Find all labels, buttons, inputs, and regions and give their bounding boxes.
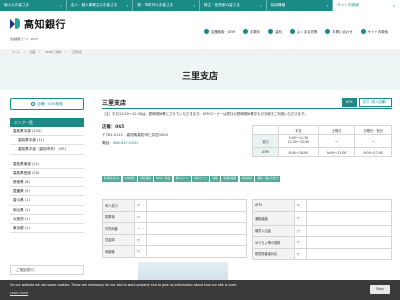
list-item[interactable]: 高知県東部 (11) [10,160,84,169]
breadcrumb-home[interactable]: ホーム [12,51,20,54]
list-item[interactable]: 東京都 (1) [10,224,84,234]
service-tag: 事業性融資 [221,176,239,182]
table-row: ATM 8:45～18:00 9:00～17:00 9:00～17:00 [252,147,392,157]
nav-faq[interactable]: よくある質問 [289,29,317,34]
tab-recruit[interactable]: 採用情報 › [267,0,334,11]
tab-investors[interactable]: 株主・投資家の皆さま › [200,0,267,11]
service-tag: 公的年金 [122,176,137,182]
area-list: 高知県中部 (104) 高知県中部 (11) 高知県中部（高知市外） (45) 高知県… [10,127,84,234]
table-row: 駐車場 ○ [102,210,247,223]
branch-name: 三里支店 [102,100,127,107]
list-item[interactable]: 岡山県 (1) [10,206,84,215]
list-item[interactable]: 高知県中部 (104) [10,127,84,137]
services-table-right: ATM ○ 通帳繰越 ○ 硬貨入出金 ○ ゆうちょ等の提携 ○ 視覚障害者対応 ○ [252,199,393,260]
percent-icon [268,29,274,34]
service-tag: 相続・遺言手続き [255,176,281,182]
service-tag: 駐車場(平日) [102,176,121,182]
lunch-notice: （注）平日11:30～12:30は、昼時間休業とさせていただきます。ATMコーナ… [102,112,308,116]
table-row: 有人窓口 ○ [102,199,247,212]
site-header: 高知銀行 金融機関コード：0578 店舗検索・ATM 手数料 金利 よくある質問… [0,11,400,41]
breadcrumb-atm[interactable]: ATMのご案内 [45,51,61,54]
phone-link[interactable]: 088-847-0341 [113,141,138,145]
list-item[interactable]: 徳島県 (6) [10,178,84,188]
tab-corporate[interactable]: 法人・個人事業主のお客さま › [67,0,134,11]
sidebar: 店舗・ATM検索 エリア一覧 高知県中部 (104) 高知県中部 (11) 高知県中… [10,98,84,234]
table-row: 視覚障害者対応 ○ [252,247,393,260]
search-icon [31,102,36,106]
nav-contact[interactable]: お問い合わせ [325,29,353,34]
branch-address: 〒781-0112 高知県高知市仁井田1902 [102,133,168,137]
service-tag: 外貨両替 [239,176,254,182]
logo-text: 高知銀行 [24,20,66,31]
bank-logo[interactable]: 高知銀行 [10,16,66,31]
cookie-message: On our website we use some cookies. Thes… [10,283,237,287]
list-item[interactable]: 高知県中部（高知市外） (45) [10,145,84,155]
table-row: 通帳繰越 ○ [252,210,393,226]
atm-badge: ATM [341,98,357,107]
question-icon [289,29,295,34]
service-tag: 住宅ローン [192,176,209,182]
branch-info: 店番：065 〒781-0112 高知県高知市仁井田1902 電話：088-84… [102,124,247,148]
service-tag: 保険 [210,176,220,182]
service-tag: 個人ローン [173,176,191,182]
counter-badge: 窓口（有人店舗） [358,98,392,107]
table-row: 両替機 ○ [102,245,247,258]
mail-icon [325,29,331,34]
hours-table: 平日 土曜日 日曜日・祝日 窓口 9:00～11:30 12:30～15:00 … [252,125,392,157]
service-tag: NISA・投信 [154,176,173,182]
table-row: 窓口 9:00～11:30 12:30～15:00 — — [252,134,392,148]
list-item[interactable]: 高知県中部 (11) [10,136,84,146]
nav-fees[interactable]: 手数料 [243,29,260,34]
list-item[interactable]: 愛媛県 (9) [10,187,84,197]
breadcrumb: ホーム 〉 店舗 〉 ATMのご案内 〉 三里支店 [0,49,400,56]
branch-number: 店番：065 [102,125,125,130]
store-search-button[interactable]: 店舗・ATM検索 [10,98,84,110]
branch-photo [138,262,228,282]
title-band: 三里支店 [0,56,400,90]
table-row: 外貨両替 — [102,222,247,235]
list-item[interactable]: 香川県 (1) [10,196,84,206]
table-row: 貸金庫 ○ [102,233,247,246]
nav-store-search[interactable]: 店舗検索・ATM [204,29,235,34]
nav-rates[interactable]: 金利 [268,29,282,34]
location-icon [204,29,209,34]
chevron-down-icon: › [126,3,129,8]
cookie-learn-more-link[interactable]: Learn more [10,291,28,295]
tab-site-search[interactable]: サイト内検索 ⌕ [333,0,400,11]
cookie-okay-button[interactable]: Okay [370,285,390,294]
logo-mark-icon [10,18,21,29]
list-item[interactable]: 大阪府 (1) [10,215,84,224]
branch-phone: 電話：088-847-0341 [102,140,139,145]
breadcrumb-current: 三里支店 [71,51,82,54]
list-item[interactable]: 高知県西部 (20) [10,169,84,178]
area-list-title: エリア一覧 [10,118,84,127]
cookie-banner: On our website we use some cookies. Thes… [0,280,400,300]
tab-individual[interactable]: 個人のお客さま › [0,0,67,11]
search-icon: ⌕ [392,3,396,8]
page-title: 三里支店 [181,72,218,82]
breadcrumb-stores[interactable]: 店舗 [30,51,35,54]
services-table-left: 有人窓口 ○ 駐車場 ○ 外貨両替 — 貸金庫 ○ 両替機 ○ [102,199,247,258]
service-tags: 駐車場(平日) 公的年金 資産運用 NISA・投信 個人ローン 住宅ローン 保険… [102,176,392,182]
chevron-down-icon: › [193,3,196,8]
table-row: 硬貨入出金 ○ [252,224,393,237]
yen-icon [243,29,249,34]
branch-badges: ATM 窓口（有人店舗） [341,98,392,107]
tab-municipal[interactable]: 県・市町村のお客さま › [133,0,201,11]
nav-site-search[interactable]: サイト内検索 [360,29,388,34]
chevron-down-icon: › [260,3,262,8]
divider [102,108,392,109]
bank-code: 金融機関コード：0578 [10,38,38,41]
chevron-down-icon: › [60,3,62,8]
header-nav: 店舗検索・ATM 手数料 金利 よくある質問 お問い合わせ サイト内検索 [204,29,388,34]
chevron-down-icon: › [326,3,329,8]
service-tag: 資産運用 [138,176,153,182]
top-audience-bar: 個人のお客さま › 法人・個人事業主のお客さま › 県・市町村のお客さま › 株主・投… [0,0,400,11]
table-row: ゆうちょ等の提携 ○ [252,236,393,249]
consult-section-title[interactable]: ご相談窓口 [10,265,84,275]
search-icon [360,29,366,34]
table-row: ATM ○ [252,199,393,212]
